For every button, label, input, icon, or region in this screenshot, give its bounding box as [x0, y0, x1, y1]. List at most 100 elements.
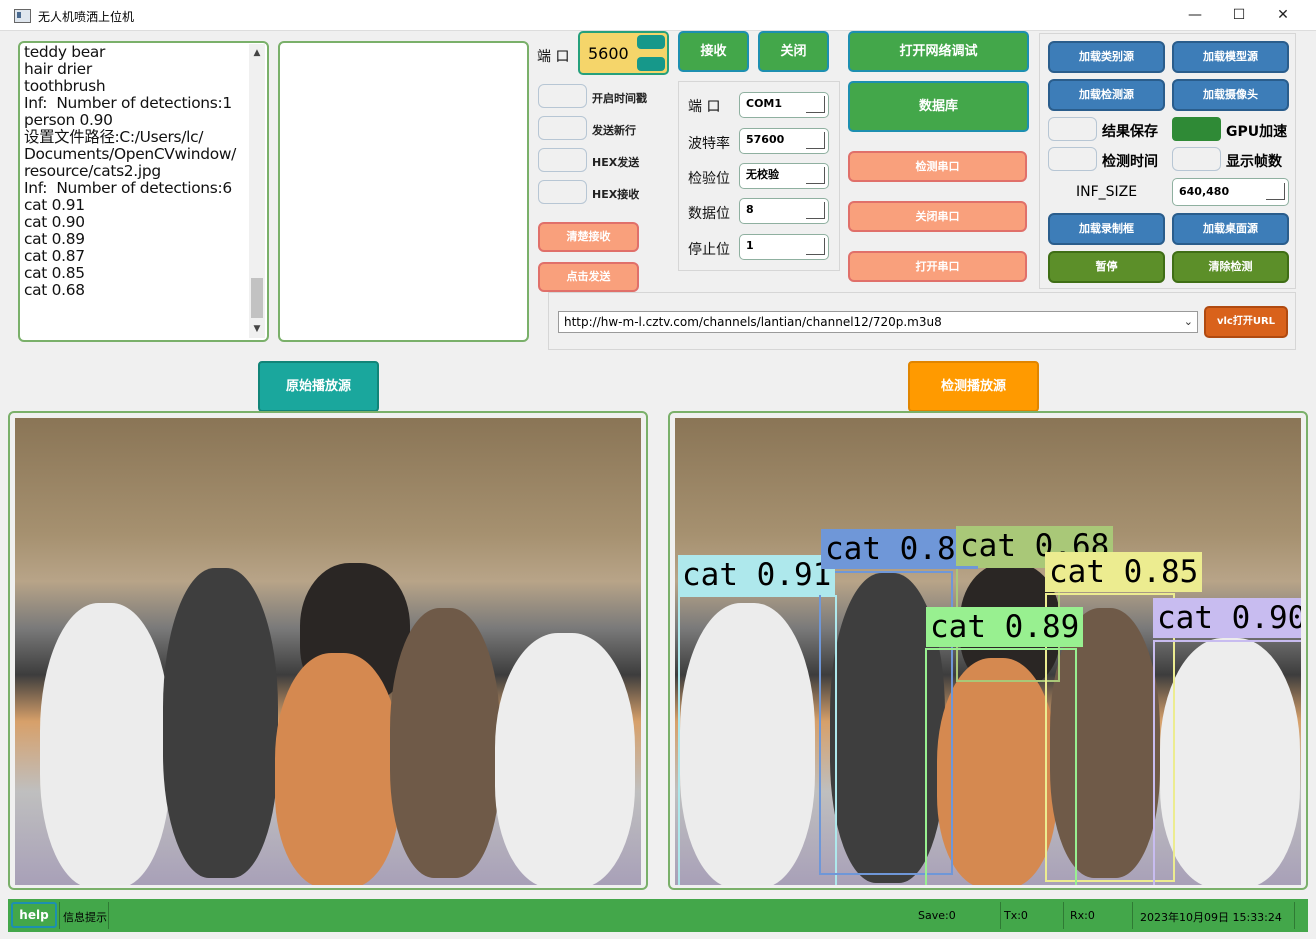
detection-label: cat 0.87 [821, 529, 979, 569]
app-icon [14, 9, 31, 23]
pause-button[interactable]: 暂停 [1048, 251, 1165, 283]
show-fps-label: 显示帧数 [1226, 154, 1282, 170]
gpu-label: GPU加速 [1226, 124, 1288, 140]
newline-toggle[interactable] [538, 116, 587, 140]
click-send-button[interactable]: 点击发送 [538, 262, 639, 292]
load-model-source-button[interactable]: 加载模型源 [1172, 41, 1289, 73]
result-save-toggle[interactable] [1048, 117, 1097, 141]
databits-select[interactable]: 8 [739, 198, 829, 224]
timestamp-toggle[interactable] [538, 84, 587, 108]
close-button[interactable]: 关闭 [758, 31, 829, 72]
hex-send-label: HEX发送 [592, 156, 640, 169]
chevron-down-icon [806, 202, 825, 219]
window-title: 无人机喷洒上位机 [38, 10, 135, 24]
chevron-down-icon [806, 96, 825, 113]
help-button[interactable]: help [11, 902, 57, 928]
baud-value: 57600 [746, 133, 785, 146]
detection-label: cat 0.85 [1045, 552, 1203, 592]
hex-receive-toggle[interactable] [538, 180, 587, 204]
serial-port-label: 端 口 [688, 99, 721, 115]
hex-receive-label: HEX接收 [592, 188, 640, 201]
open-net-debug-button[interactable]: 打开网络调试 [848, 31, 1029, 72]
detect-image: cat 0.91 cat 0.87 cat 0.68 cat 0.85 cat … [675, 418, 1301, 885]
parity-value: 无校验 [746, 168, 779, 181]
open-serial-button[interactable]: 打开串口 [848, 251, 1027, 282]
status-separator [1132, 902, 1133, 929]
baud-select[interactable]: 57600 [739, 128, 829, 154]
timestamp-label: 开启时间戳 [592, 92, 647, 105]
inf-size-value: 640,480 [1179, 185, 1230, 198]
send-textarea[interactable] [278, 41, 529, 342]
inf-size-label: INF_SIZE [1076, 184, 1138, 200]
status-separator [1000, 902, 1001, 929]
log-text: teddy bear hair drier toothbrush Inf: Nu… [24, 44, 236, 299]
original-source-button[interactable]: 原始播放源 [258, 361, 379, 412]
stopbits-select[interactable]: 1 [739, 234, 829, 260]
spin-down-icon[interactable] [637, 57, 665, 71]
chevron-down-icon: ⌄ [1183, 315, 1193, 328]
stopbits-label: 停止位 [688, 242, 730, 258]
close-serial-button[interactable]: 关闭串口 [848, 201, 1027, 232]
url-input[interactable]: http://hw-m-l.cztv.com/channels/lantian/… [558, 311, 1198, 333]
databits-value: 8 [746, 203, 754, 216]
load-class-source-button[interactable]: 加载类别源 [1048, 41, 1165, 73]
newline-label: 发送新行 [592, 124, 636, 137]
status-separator [108, 902, 109, 929]
minimize-button[interactable]: — [1172, 0, 1218, 30]
scroll-thumb[interactable] [251, 278, 263, 318]
detect-time-toggle[interactable] [1048, 147, 1097, 171]
detection-box [1153, 640, 1301, 885]
net-port-value: 5600 [588, 44, 629, 63]
status-separator [1063, 902, 1064, 929]
net-port-label: 端 口 [537, 49, 570, 65]
close-window-button[interactable]: ✕ [1260, 0, 1306, 30]
clear-receive-button[interactable]: 清楚接收 [538, 222, 639, 252]
save-count: Save:0 [918, 909, 956, 922]
log-scrollbar[interactable]: ▲ ▼ [249, 44, 265, 338]
detection-label: cat 0.91 [678, 555, 836, 595]
clear-detect-button[interactable]: 清除检测 [1172, 251, 1289, 283]
load-camera-button[interactable]: 加载摄像头 [1172, 79, 1289, 111]
parity-label: 检验位 [688, 171, 730, 187]
databits-label: 数据位 [688, 206, 730, 222]
load-record-box-button[interactable]: 加载录制框 [1048, 213, 1165, 245]
detection-box [925, 648, 1077, 885]
gpu-toggle[interactable] [1172, 117, 1221, 141]
status-separator [59, 902, 60, 929]
detection-label: cat 0.90 [1153, 598, 1301, 638]
chevron-down-icon [806, 167, 825, 184]
show-fps-toggle[interactable] [1172, 147, 1221, 171]
scroll-up-icon[interactable]: ▲ [249, 46, 265, 60]
detection-label: cat 0.89 [926, 607, 1084, 647]
title-bar: 无人机喷洒上位机 — ☐ ✕ [0, 0, 1316, 31]
status-separator [1294, 902, 1295, 929]
serial-port-select[interactable]: COM1 [739, 92, 829, 118]
database-button[interactable]: 数据库 [848, 81, 1029, 132]
chevron-down-icon [1266, 183, 1285, 200]
parity-select[interactable]: 无校验 [739, 163, 829, 189]
datetime: 2023年10月09日 15:33:24 [1140, 911, 1282, 924]
baud-label: 波特率 [688, 136, 730, 152]
vlc-open-button[interactable]: vlc打开URL [1204, 306, 1288, 338]
hex-send-toggle[interactable] [538, 148, 587, 172]
net-port-input[interactable]: 5600 [578, 31, 669, 75]
detect-time-label: 检测时间 [1102, 154, 1158, 170]
detection-box [678, 595, 837, 885]
chevron-down-icon [806, 238, 825, 255]
info-text: 信息提示 [63, 911, 107, 924]
detect-source-button[interactable]: 检测播放源 [908, 361, 1039, 412]
serial-port-value: COM1 [746, 97, 783, 110]
load-desktop-source-button[interactable]: 加载桌面源 [1172, 213, 1289, 245]
maximize-button[interactable]: ☐ [1216, 0, 1262, 30]
spin-up-icon[interactable] [637, 35, 665, 49]
chevron-down-icon [806, 132, 825, 149]
check-serial-button[interactable]: 检测串口 [848, 151, 1027, 182]
scroll-down-icon[interactable]: ▼ [249, 322, 265, 336]
url-value: http://hw-m-l.cztv.com/channels/lantian/… [564, 315, 942, 329]
tx-count: Tx:0 [1004, 909, 1028, 922]
load-detect-source-button[interactable]: 加载检测源 [1048, 79, 1165, 111]
inf-size-select[interactable]: 640,480 [1172, 178, 1289, 206]
receive-button[interactable]: 接收 [678, 31, 749, 72]
stopbits-value: 1 [746, 239, 754, 252]
original-image [15, 418, 641, 885]
